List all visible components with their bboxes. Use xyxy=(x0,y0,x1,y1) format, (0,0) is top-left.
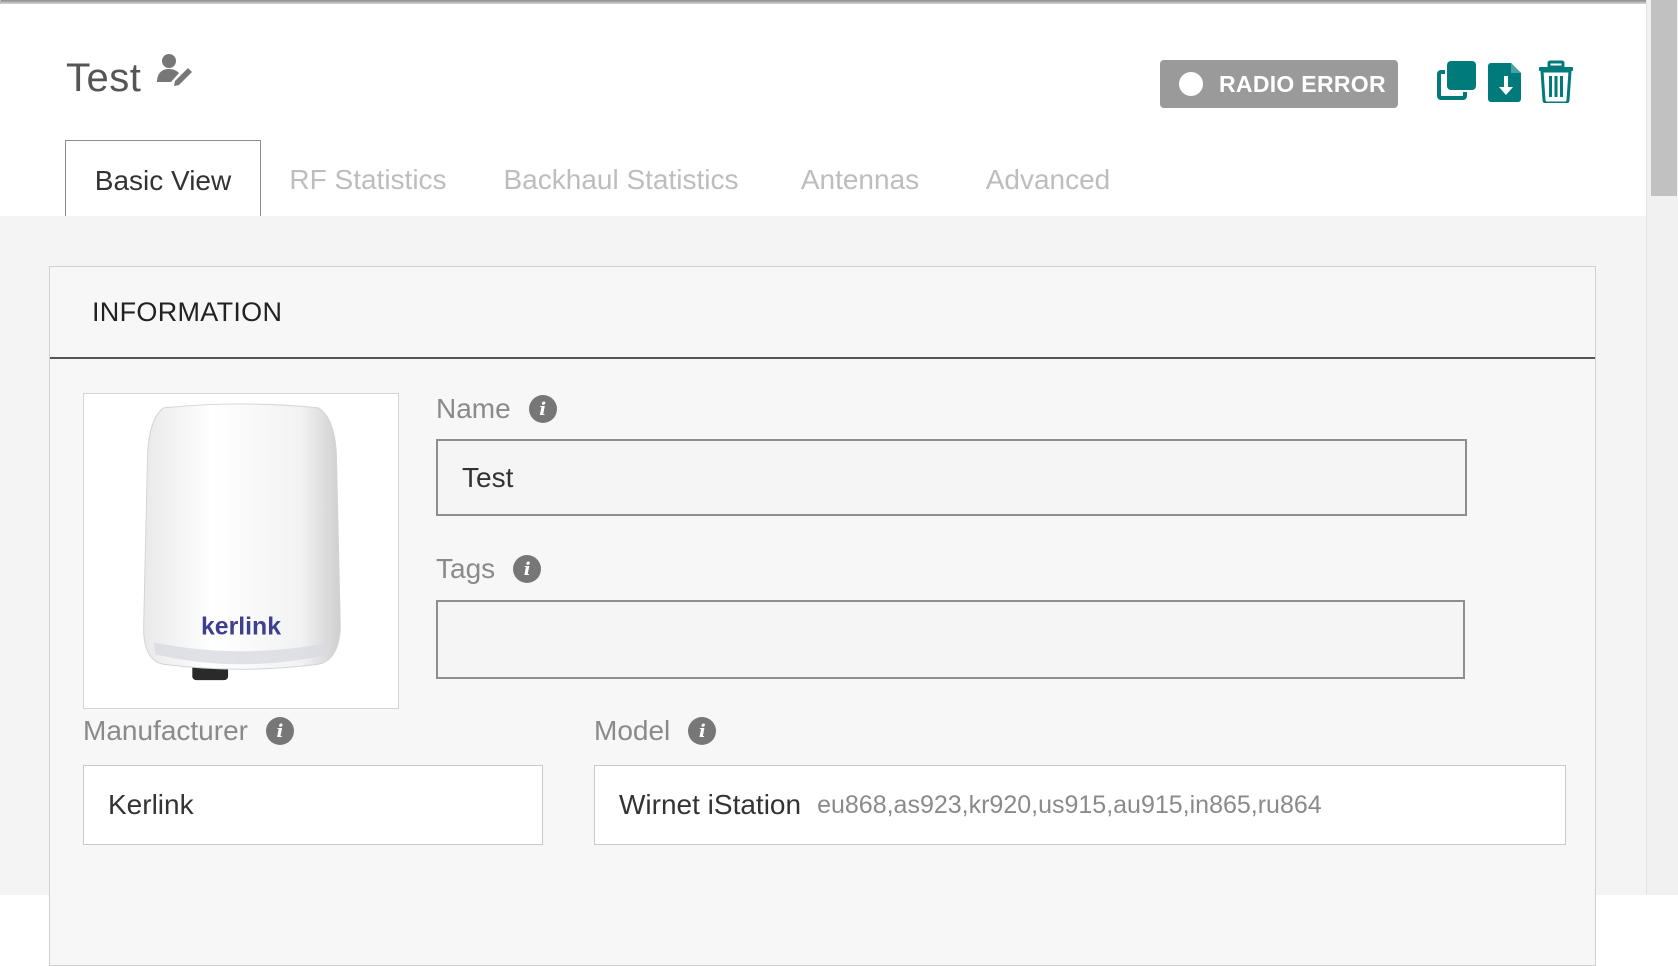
name-label: Name xyxy=(436,393,511,424)
model-label: Model xyxy=(594,715,671,746)
tab-rf-statistics[interactable]: RF Statistics xyxy=(286,140,450,220)
info-icon[interactable]: i xyxy=(513,555,542,583)
tab-basic-view[interactable]: Basic View xyxy=(65,140,261,221)
model-field[interactable]: Wirnet iStation eu868,as923,kr920,us915,… xyxy=(594,765,1566,845)
device-brand-logo: kerlink xyxy=(201,613,281,640)
manufacturer-label: Manufacturer xyxy=(83,715,248,746)
main-content: INFORMATION kerlink Name i Test Tags i M… xyxy=(0,216,1646,966)
manufacturer-value: Kerlink xyxy=(108,789,194,820)
info-icon[interactable]: i xyxy=(688,717,717,745)
model-value: Wirnet iStation xyxy=(619,789,802,820)
scrollbar[interactable] xyxy=(1646,0,1678,895)
info-icon[interactable]: i xyxy=(528,395,557,423)
info-icon[interactable]: i xyxy=(265,717,294,745)
user-edit-icon[interactable] xyxy=(155,52,193,86)
title-area: Test xyxy=(66,53,193,101)
trash-icon xyxy=(1539,60,1573,105)
download-button[interactable] xyxy=(1484,59,1528,103)
model-label-row: Model i xyxy=(594,715,717,747)
clone-button[interactable] xyxy=(1434,59,1478,103)
name-label-row: Name i xyxy=(436,393,557,425)
manufacturer-field[interactable]: Kerlink xyxy=(83,765,543,845)
status-text: RADIO ERROR xyxy=(1219,70,1386,97)
tags-label: Tags xyxy=(436,553,496,584)
tab-backhaul-statistics[interactable]: Backhaul Statistics xyxy=(498,140,744,220)
tags-label-row: Tags i xyxy=(436,553,542,585)
clone-icon xyxy=(1437,61,1476,100)
model-bands: eu868,as923,kr920,us915,au915,in865,ru86… xyxy=(817,790,1322,819)
download-icon xyxy=(1488,63,1521,102)
tab-bar: Basic View RF Statistics Backhaul Statis… xyxy=(0,140,1646,221)
page-title: Test xyxy=(66,56,142,100)
information-panel: INFORMATION kerlink Name i Test Tags i M… xyxy=(49,266,1596,966)
tags-field[interactable] xyxy=(436,600,1465,679)
status-badge: RADIO ERROR xyxy=(1160,60,1398,108)
tab-advanced[interactable]: Advanced xyxy=(974,140,1122,220)
tab-antennas[interactable]: Antennas xyxy=(790,140,930,220)
device-image: kerlink xyxy=(83,393,399,709)
status-dot-icon xyxy=(1179,72,1203,96)
delete-button[interactable] xyxy=(1534,59,1578,105)
manufacturer-label-row: Manufacturer i xyxy=(83,715,294,747)
scrollbar-thumb[interactable] xyxy=(1651,0,1677,196)
name-field[interactable]: Test xyxy=(436,439,1467,516)
page-header: Test RADIO ERROR Basic View RF Statistic… xyxy=(0,4,1646,221)
panel-title: INFORMATION xyxy=(50,267,1595,359)
